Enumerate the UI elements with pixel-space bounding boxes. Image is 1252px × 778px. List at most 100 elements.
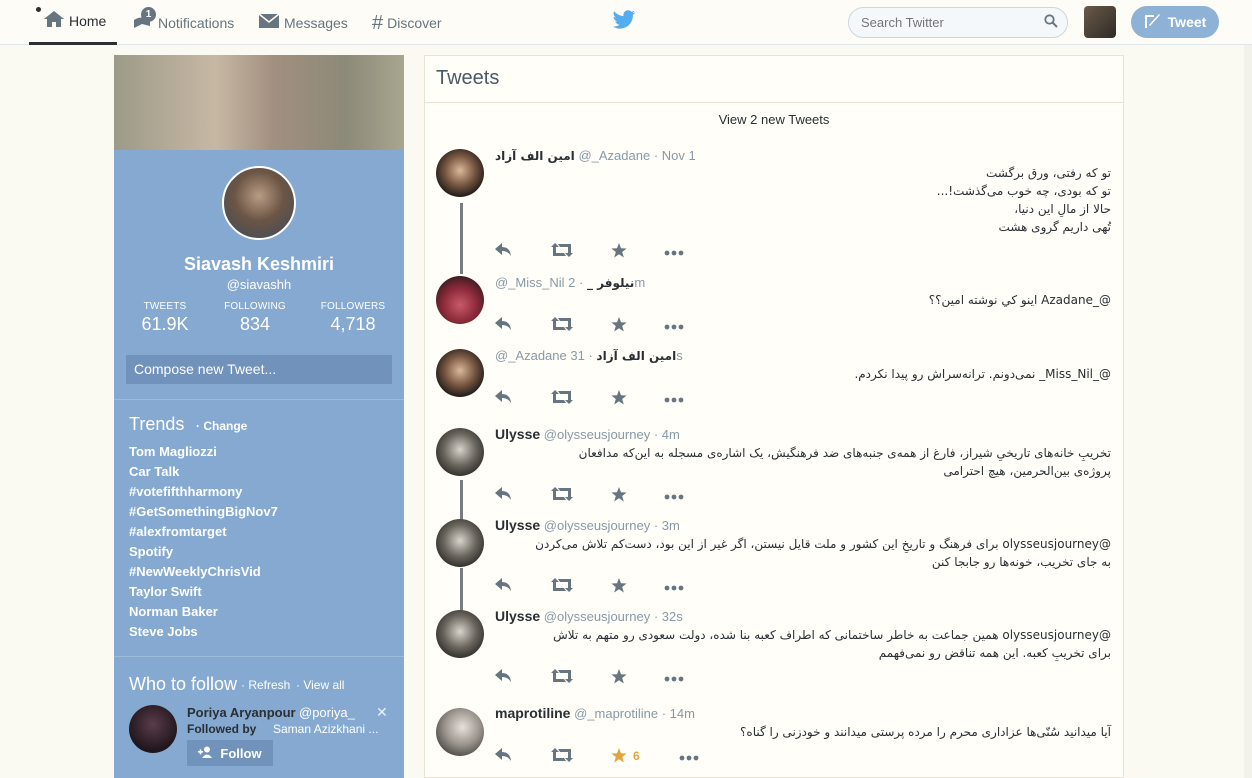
- tweet-author-name[interactable]: امین الف آزاد: [596, 349, 676, 363]
- trend-item[interactable]: Tom Magliozzi: [129, 444, 217, 459]
- reply-icon[interactable]: [495, 578, 513, 597]
- follow-button[interactable]: Follow: [187, 740, 273, 766]
- tweet-avatar[interactable]: [436, 149, 484, 197]
- who-to-follow-view-all-link[interactable]: · View all: [296, 678, 344, 692]
- more-options-icon[interactable]: [664, 317, 684, 335]
- tweet-author-handle[interactable]: @olysseusjourney: [544, 609, 650, 624]
- tweet-author-handle[interactable]: @_maprotiline: [574, 706, 658, 721]
- reply-icon[interactable]: [495, 243, 513, 262]
- more-options-icon[interactable]: [664, 669, 684, 687]
- more-options-icon[interactable]: [664, 243, 684, 261]
- reply-icon[interactable]: [495, 487, 513, 506]
- tweet-timestamp[interactable]: · 4m: [654, 427, 680, 442]
- tweet-avatar[interactable]: [436, 349, 484, 397]
- account-avatar[interactable]: [1084, 6, 1116, 38]
- divider: [114, 399, 404, 400]
- tweet-timestamp[interactable]: · Nov 1: [654, 148, 696, 163]
- tweet-header: maprotiline @_maprotiline · 14m: [495, 705, 695, 721]
- tweet-author-handle[interactable]: @_Azadane: [578, 148, 650, 163]
- reply-icon[interactable]: [495, 748, 513, 767]
- tweet-author-name[interactable]: نیلوفر _: [587, 276, 634, 290]
- trends-change-link[interactable]: · Change: [196, 419, 247, 433]
- reply-icon[interactable]: [495, 317, 513, 336]
- tweet-author-handle[interactable]: @olysseusjourney: [544, 427, 650, 442]
- stat-following[interactable]: FOLLOWING 834: [220, 301, 290, 335]
- home-icon: [43, 10, 65, 32]
- divider: [425, 102, 1123, 103]
- trend-item[interactable]: Spotify: [129, 544, 173, 559]
- tweet-author-handle[interactable]: @_Miss_Nil: [495, 275, 565, 290]
- tweet-author-name[interactable]: امین الف آزاد: [495, 149, 575, 163]
- retweet-icon[interactable]: [551, 669, 573, 688]
- nav-messages[interactable]: Messages: [258, 0, 348, 45]
- tweet-author-handle[interactable]: @_Azadane: [495, 348, 567, 363]
- tweet-author-name[interactable]: Ulysse: [495, 608, 540, 624]
- favorite-star-icon[interactable]: [611, 317, 627, 337]
- profile-banner[interactable]: [114, 55, 404, 150]
- retweet-icon[interactable]: [551, 748, 573, 767]
- nav-home[interactable]: Home: [29, 0, 117, 45]
- tweet-timestamp[interactable]: · 3m: [654, 518, 680, 533]
- page-scrollbar[interactable]: [1244, 45, 1252, 778]
- profile-avatar[interactable]: [222, 166, 296, 240]
- trend-item[interactable]: Taylor Swift: [129, 584, 202, 599]
- retweet-icon[interactable]: [551, 578, 573, 597]
- more-options-icon[interactable]: [664, 578, 684, 596]
- tweet-avatar[interactable]: [436, 428, 484, 476]
- retweet-icon[interactable]: [551, 317, 573, 336]
- tweet-author-name[interactable]: Ulysse: [495, 517, 540, 533]
- more-options-icon[interactable]: [664, 390, 684, 408]
- tweet-author-handle[interactable]: @olysseusjourney: [544, 518, 650, 533]
- favorited-star-icon[interactable]: [611, 748, 627, 768]
- compose-tweet-box[interactable]: Compose new Tweet...: [126, 355, 392, 384]
- tweet-avatar[interactable]: [436, 276, 484, 324]
- tweet-author-name[interactable]: maprotiline: [495, 705, 570, 721]
- tweet-author-name[interactable]: Ulysse: [495, 426, 540, 442]
- more-options-icon[interactable]: [679, 748, 699, 766]
- trend-item[interactable]: #NewWeeklyChrisVid: [129, 564, 261, 579]
- hashtag-icon: #: [372, 11, 384, 34]
- notification-count-badge: 1: [141, 7, 156, 22]
- suggestion-avatar[interactable]: [129, 705, 177, 753]
- favorite-star-icon[interactable]: [611, 243, 627, 263]
- profile-handle[interactable]: @siavashh: [114, 277, 404, 292]
- tweet-avatar[interactable]: [436, 519, 484, 567]
- search-icon[interactable]: [1044, 14, 1058, 33]
- retweet-icon[interactable]: [551, 390, 573, 409]
- retweet-icon[interactable]: [551, 243, 573, 262]
- view-new-tweets-bar[interactable]: View 2 new Tweets: [425, 112, 1123, 127]
- nav-discover[interactable]: # Discover: [372, 0, 442, 45]
- twitter-bird-logo[interactable]: [612, 10, 636, 35]
- trend-item[interactable]: #GetSomethingBigNov7: [129, 504, 278, 519]
- more-options-icon[interactable]: [664, 487, 684, 505]
- retweet-icon[interactable]: [551, 487, 573, 506]
- trend-item[interactable]: #alexfromtarget: [129, 524, 227, 539]
- stat-tweets[interactable]: TWEETS 61.9K: [136, 301, 194, 335]
- dismiss-suggestion-icon[interactable]: ✕: [376, 704, 388, 721]
- stat-value: 4,718: [330, 314, 376, 334]
- stat-followers[interactable]: FOLLOWERS 4,718: [317, 301, 389, 335]
- suggestion-followed-by-name[interactable]: Saman Azizkhani ...: [273, 722, 378, 736]
- suggestion-name[interactable]: Poriya Aryanpour: [187, 705, 296, 720]
- profile-name[interactable]: Siavash Keshmiri: [114, 254, 404, 275]
- tweet-avatar[interactable]: [436, 610, 484, 658]
- search-input[interactable]: [848, 7, 1068, 38]
- trend-item[interactable]: Steve Jobs: [129, 624, 198, 639]
- tweet-timestamp[interactable]: · 32s: [654, 609, 683, 624]
- favorite-count: 6: [633, 749, 640, 763]
- nav-notifications[interactable]: 1 Notifications: [132, 0, 234, 45]
- tweet-avatar[interactable]: [436, 708, 484, 756]
- favorite-star-icon[interactable]: [611, 390, 627, 410]
- who-to-follow-refresh-link[interactable]: · Refresh: [241, 678, 290, 692]
- reply-icon[interactable]: [495, 390, 513, 409]
- compose-tweet-button[interactable]: Tweet: [1131, 6, 1219, 38]
- trend-item[interactable]: Car Talk: [129, 464, 179, 479]
- favorite-star-icon[interactable]: [611, 487, 627, 507]
- favorite-star-icon[interactable]: [611, 578, 627, 598]
- trend-item[interactable]: #votefifthharmony: [129, 484, 242, 499]
- reply-icon[interactable]: [495, 669, 513, 688]
- favorite-star-icon[interactable]: [611, 669, 627, 689]
- tweet-timestamp[interactable]: · 14m: [662, 706, 695, 721]
- trend-item[interactable]: Norman Baker: [129, 604, 218, 619]
- suggestion-handle[interactable]: @poriya_: [299, 705, 355, 720]
